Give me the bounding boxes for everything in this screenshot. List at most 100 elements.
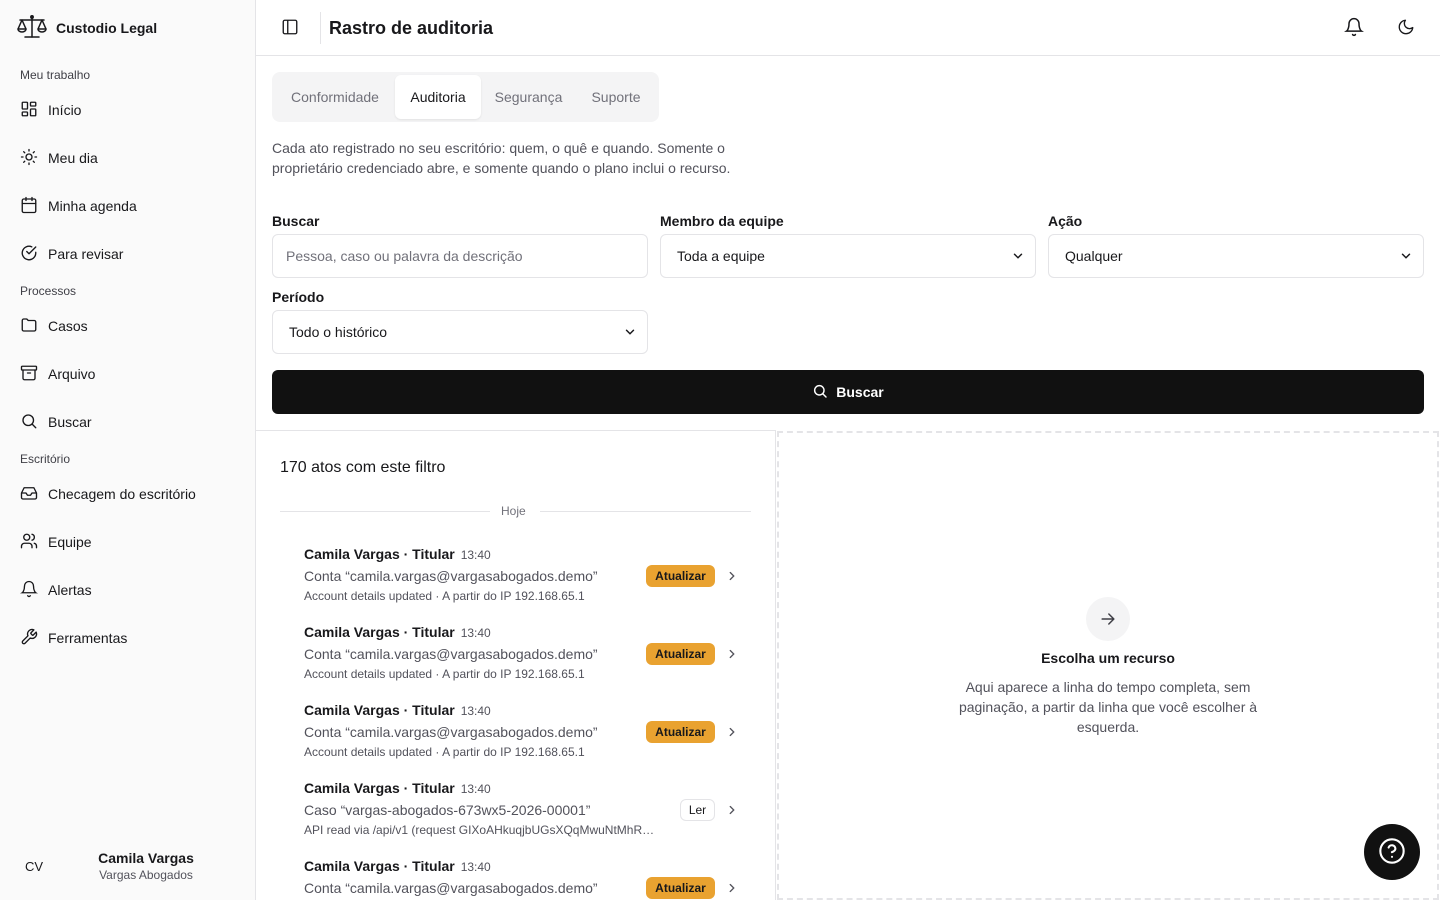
bell-icon [20, 580, 38, 601]
sidebar: Custodio Legal Meu trabalho Início Meu d… [0, 0, 256, 900]
chevron-right-icon [725, 569, 739, 583]
sidebar-item-para-revisar[interactable]: Para revisar [12, 236, 244, 272]
action-label: Ação [1048, 213, 1083, 229]
member-select[interactable]: Toda a equipe [660, 234, 1036, 278]
empty-state-title: Escolha um recurso [1041, 650, 1175, 666]
sidebar-item-ferramentas[interactable]: Ferramentas [12, 620, 244, 656]
detail-empty-panel: Escolha um recurso Aqui aparece a linha … [777, 431, 1439, 900]
action-badge: Atualizar [646, 565, 715, 587]
scales-logo-icon [16, 14, 48, 43]
calendar-icon [20, 196, 38, 217]
audit-entry[interactable]: Camila Vargas · Titular 13:40 Conta “cami… [280, 857, 751, 900]
archive-icon [20, 364, 38, 385]
chevron-down-icon [1011, 249, 1025, 263]
arrow-right-icon [1086, 597, 1130, 641]
action-badge: Ler [680, 799, 715, 821]
entry-time: 13:40 [460, 626, 491, 640]
bell-icon [1344, 17, 1364, 40]
audit-entry[interactable]: Camila Vargas · Titular 13:40 Caso “varga… [280, 779, 751, 851]
inbox-icon [20, 484, 38, 505]
chevron-right-icon [725, 881, 739, 895]
action-badge: Atualizar [646, 877, 715, 899]
period-label: Período [272, 289, 325, 305]
action-select-value: Qualquer [1065, 248, 1123, 264]
brand[interactable]: Custodio Legal [16, 14, 157, 42]
moon-icon [1397, 18, 1415, 39]
day-label: Hoje [501, 504, 526, 518]
user-name: Camila Vargas [98, 850, 194, 866]
empty-state-text: Aqui aparece a linha do tempo completa, … [958, 679, 1258, 735]
sidebar-item-arquivo[interactable]: Arquivo [12, 356, 244, 392]
tab-list: Conformidade Auditoria Segurança Suporte [272, 72, 659, 122]
period-select[interactable]: Todo o histórico [272, 310, 648, 354]
entry-target: Conta “camila.vargas@vargasabogados.demo… [304, 568, 598, 584]
entry-time: 13:40 [460, 860, 491, 874]
results-count: 170 atos com este filtro [280, 459, 446, 476]
entry-target: Caso “vargas-abogados-673wx5-2026-00001” [304, 802, 591, 818]
page-description: Cada ato registrado no seu escritório: q… [272, 140, 731, 176]
sidebar-item-alertas[interactable]: Alertas [12, 572, 244, 608]
section-label-processos: Processos [20, 284, 77, 298]
entry-actor: Camila Vargas · Titular [304, 780, 455, 796]
sidebar-item-equipe[interactable]: Equipe [12, 524, 244, 560]
entry-detail: API read via /api/v1 (request GIXoAHkuqj… [304, 823, 655, 837]
audit-entry[interactable]: Camila Vargas · Titular 13:40 Conta “cami… [280, 701, 751, 773]
chevron-down-icon [623, 325, 637, 339]
member-select-value: Toda a equipe [677, 248, 765, 264]
sidebar-item-buscar[interactable]: Buscar [12, 404, 244, 440]
entry-time: 13:40 [460, 548, 491, 562]
page-title: Rastro de auditoria [329, 18, 494, 38]
tab-auditoria[interactable]: Auditoria [395, 75, 481, 119]
tab-conformidade[interactable]: Conformidade [275, 75, 395, 119]
search-submit-label: Buscar [836, 384, 884, 400]
chevron-down-icon [1399, 249, 1413, 263]
sidebar-item-label: Casos [48, 318, 88, 334]
search-icon [812, 383, 828, 402]
folder-icon [20, 316, 38, 337]
user-firm: Vargas Abogados [99, 868, 193, 882]
search-icon [20, 412, 38, 433]
sidebar-toggle-button[interactable] [278, 16, 302, 40]
sidebar-item-label: Checagem do escritório [48, 486, 196, 502]
entry-actor: Camila Vargas · Titular [304, 624, 455, 640]
action-select[interactable]: Qualquer [1048, 234, 1424, 278]
sidebar-item-checagem[interactable]: Checagem do escritório [12, 476, 244, 512]
entry-detail: Account details updated · A partir do IP… [304, 667, 585, 681]
entry-detail: Account details updated · A partir do IP… [304, 745, 585, 759]
section-label-escritorio: Escritório [20, 452, 71, 466]
sidebar-item-meu-dia[interactable]: Meu dia [12, 140, 244, 176]
sidebar-item-inicio[interactable]: Início [12, 92, 244, 128]
notifications-button[interactable] [1342, 16, 1366, 40]
sidebar-item-label: Ferramentas [48, 630, 128, 646]
entry-target: Conta “camila.vargas@vargasabogados.demo… [304, 646, 598, 662]
day-divider: Hoje [280, 503, 751, 519]
divider-line [280, 511, 490, 512]
theme-toggle-button[interactable] [1394, 16, 1418, 40]
divider-line [540, 511, 751, 512]
sidebar-item-label: Alertas [48, 582, 92, 598]
audit-entry[interactable]: Camila Vargas · Titular 13:40 Conta “cami… [280, 623, 751, 695]
search-label: Buscar [272, 213, 320, 229]
action-badge: Atualizar [646, 643, 715, 665]
wrench-icon [20, 628, 38, 649]
search-input[interactable]: Pessoa, caso ou palavra da descrição [272, 234, 648, 278]
grid-icon [20, 100, 38, 121]
sidebar-item-label: Equipe [48, 534, 92, 550]
audit-entry[interactable]: Camila Vargas · Titular 13:40 Conta “cami… [280, 545, 751, 617]
entry-actor: Camila Vargas · Titular [304, 858, 455, 874]
chevron-right-icon [725, 725, 739, 739]
user-menu[interactable]: CV Camila Vargas Vargas Abogados [12, 846, 244, 886]
search-submit-button[interactable]: Buscar [272, 370, 1424, 414]
sidebar-item-minha-agenda[interactable]: Minha agenda [12, 188, 244, 224]
tab-seguranca[interactable]: Segurança [481, 75, 576, 119]
help-button[interactable] [1364, 824, 1420, 880]
period-select-value: Todo o histórico [289, 324, 388, 340]
sidebar-item-label: Início [48, 102, 82, 118]
sun-icon [20, 148, 38, 169]
sidebar-item-label: Buscar [48, 414, 92, 430]
search-placeholder: Pessoa, caso ou palavra da descrição [286, 248, 523, 264]
section-label-meu-trabalho: Meu trabalho [20, 68, 91, 82]
sidebar-item-casos[interactable]: Casos [12, 308, 244, 344]
tab-suporte[interactable]: Suporte [576, 75, 656, 119]
check-circle-icon [20, 244, 38, 265]
